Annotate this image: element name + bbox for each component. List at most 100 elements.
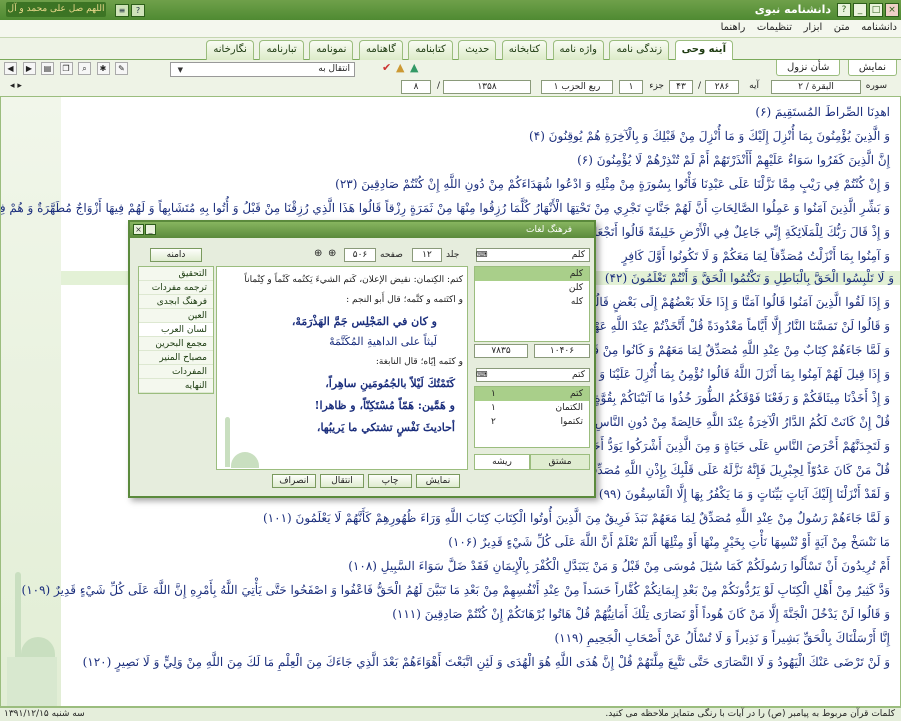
verse-line[interactable]: وَ لَنْ تَرْضَى عَنْكَ الْيَهُودُ وَ لَا…	[83, 655, 890, 669]
tab-gahname[interactable]: گاهنامه	[358, 40, 403, 60]
verse-line[interactable]: قُلْ إِنْ كَانَتْ لَكُمُ الدَّارُ الْآخِ…	[562, 415, 890, 429]
aya-field[interactable]: ۴۳	[669, 80, 693, 94]
up-icon[interactable]: ▲	[396, 61, 404, 74]
library-item[interactable]: فرهنگ ابجدی	[139, 295, 213, 309]
menu-item[interactable]: راهنما	[717, 20, 750, 35]
word-list-item[interactable]: کلم	[475, 267, 589, 281]
dialog-close-icon[interactable]: ×	[133, 224, 144, 235]
verse-line[interactable]: اهدِنَا الصِّراطَ المُستَقِيمَ (۶)	[755, 105, 890, 119]
tab-hadis[interactable]: حدیث	[458, 40, 497, 60]
verse-line[interactable]: أَمْ تُرِيدُونَ أَنْ تَسْأَلُوا رَسُولَك…	[348, 559, 890, 573]
word-list-item[interactable]: کله	[475, 295, 589, 309]
tab-namoname[interactable]: نمونامه	[309, 40, 354, 60]
library-item-active[interactable]: لسان العرب	[139, 323, 213, 337]
verse-line[interactable]: قُلْ مَنْ كَانَ عَدُوّاً لِجِبْرِيلَ فَإ…	[588, 463, 890, 477]
verse-line[interactable]: وَ الَّذِينَ يُؤْمِنُونَ بِمَا أُنْزِلَ …	[529, 129, 890, 143]
verse-line[interactable]: وَ إِنْ كُنْتُمْ فِي رَيْبٍ مِمَّا نَزَّ…	[335, 177, 890, 191]
domain-button[interactable]: دامنه	[150, 248, 202, 262]
dialog-minimize-icon[interactable]: _	[145, 224, 156, 235]
copy-icon[interactable]: ❐	[59, 62, 73, 75]
help-icon[interactable]: ?	[131, 4, 145, 17]
navigate-select[interactable]: ▼ انتقال به	[170, 62, 355, 77]
tab-ketabname[interactable]: کتابنامه	[408, 40, 453, 60]
verse-line[interactable]: وَ لَتَجِدَنَّهُمْ أَحْرَصَ النَّاسِ عَل…	[573, 439, 890, 453]
bookmark-icon[interactable]: ✎	[115, 62, 128, 75]
library-item[interactable]: العین	[139, 309, 213, 323]
minimize-button[interactable]: _	[853, 3, 867, 17]
print-icon[interactable]: ▤	[41, 62, 54, 75]
word-list-item[interactable]: کلن	[475, 281, 589, 295]
library-item[interactable]: المفردات	[139, 365, 213, 379]
verse-line[interactable]: وَدَّ كَثِيرٌ مِنْ أَهْلِ الْكِتَابِ لَو…	[22, 583, 891, 597]
search-icon[interactable]: ⌕	[78, 62, 91, 75]
verse-line[interactable]: وَ آمِنُوا بِمَا أَنْزَلْتُ مُصَدِّقاً ل…	[622, 249, 890, 263]
volume-field[interactable]: ۱۲	[412, 248, 442, 262]
result-item[interactable]: الکتمان ۱	[475, 401, 589, 415]
verse-line[interactable]: وَ إِذْ قَالَ رَبُّكَ لِلْمَلَائِكَةِ إِ…	[588, 225, 890, 239]
menu-item[interactable]: تنظیمات	[753, 20, 796, 35]
maximize-button[interactable]: □	[869, 3, 883, 17]
verse-line[interactable]: وَ قَالُوا لَنْ يَدْخُلَ الْجَنَّةَ إِلَ…	[392, 607, 890, 621]
back-icon[interactable]: ◀	[4, 62, 17, 75]
forward-icon[interactable]: ▶	[22, 62, 36, 75]
juz-field[interactable]: ۱	[619, 80, 643, 94]
poem-line: لَيثاً على الداهيةِ المُكَتَّمَهْ	[329, 335, 437, 348]
verse-line[interactable]: وَ بَشِّرِ الَّذِينَ آمَنُوا وَ عَمِلُوا…	[1, 201, 890, 215]
system-menu-icon[interactable]: ≡	[115, 4, 129, 17]
tab-zendegi-name[interactable]: زندگی نامه	[609, 40, 670, 60]
result-item[interactable]: کتم ۱	[475, 387, 589, 401]
aya-total-field[interactable]: ۲۸۶	[705, 80, 739, 94]
sura-field[interactable]: ۲ / البقرة	[771, 80, 861, 94]
show-button[interactable]: نمایش	[416, 474, 460, 488]
tab-ayene-vahy[interactable]: آینه وحی	[674, 40, 733, 60]
menu-item[interactable]: دانشنامه	[857, 20, 901, 35]
library-item[interactable]: مصباح المنیر	[139, 351, 213, 365]
transfer-button[interactable]: انتقال	[320, 474, 364, 488]
verse-line[interactable]: وَ لَمَّا جَاءَهُمْ رَسُولٌ مِنْ عِنْدِ …	[263, 511, 890, 525]
word-search-input[interactable]: کلم	[476, 248, 590, 262]
gloss-panel: کتم: الکِتمان: نقیض الإعلان، کَتم الشيءَ…	[216, 266, 468, 470]
verse-line[interactable]: وَ إِذْ أَخَذْنَا مِيثَاقَكُمْ وَ رَفَعْ…	[545, 391, 890, 405]
library-item[interactable]: ترجمه مفردات	[139, 281, 213, 295]
nav-right-icon[interactable]: ⊕	[328, 248, 336, 259]
close-button[interactable]: ×	[885, 3, 899, 17]
keyboard-icon[interactable]: ⌨	[476, 370, 488, 379]
nav-left-icon[interactable]: ⊕	[314, 248, 322, 259]
tab-display[interactable]: نمایش	[847, 60, 897, 76]
cancel-button[interactable]: انصراف	[272, 474, 316, 488]
menu-item[interactable]: ابزار	[800, 20, 827, 35]
tab-negarkhane[interactable]: نگارخانه	[206, 40, 254, 60]
result-item[interactable]: تکتموا ۲	[475, 415, 589, 429]
hizb-field[interactable]: ربع الحزب ۱	[541, 80, 613, 94]
tab-ketabkhane[interactable]: کتابخانه	[501, 40, 548, 60]
verse-line[interactable]: وَ قَالُوا لَنْ تَمَسَّنَا النَّارُ إِلَ…	[585, 319, 890, 333]
verse-line[interactable]: وَ لَقَدْ أَنْزَلْنَا إِلَيْكَ آيَاتٍ بَ…	[599, 487, 890, 501]
page-total-field[interactable]: ۱۳۵۸	[443, 80, 531, 94]
library-item[interactable]: النهایه	[139, 379, 213, 393]
verse-line[interactable]: إِنَّا أَرْسَلْنَاكَ بِالْحَقِّ بَشِيراً…	[554, 631, 890, 645]
notes-icon[interactable]: ▲	[410, 61, 418, 74]
root-search-input[interactable]: کتم	[476, 368, 590, 382]
library-item[interactable]: التحقیق	[139, 267, 213, 281]
help-button[interactable]: ?	[837, 3, 851, 17]
tools-icon[interactable]: ✱	[96, 62, 110, 75]
tab-shan-nuzul[interactable]: شأن نزول	[776, 60, 841, 76]
verse-line[interactable]: وَ إِذَا قِيلَ لَهُمْ آمِنُوا بِمَا أَنْ…	[558, 367, 890, 381]
nav-arrows-icon[interactable]: ◂ ▸	[10, 81, 22, 91]
tab-root[interactable]: ریشه	[474, 454, 530, 470]
menu-item[interactable]: متن	[830, 20, 854, 35]
print-button[interactable]: چاپ	[368, 474, 412, 488]
verse-line[interactable]: إِنَّ الَّذِينَ كَفَرُوا سَوَاءٌ عَلَيْه…	[577, 153, 890, 167]
decorative-sidebar	[1, 97, 61, 706]
warning-icon[interactable]: ✔	[382, 61, 391, 74]
page-field[interactable]: ۵۰۶	[344, 248, 376, 262]
verse-line[interactable]: مَا نَنْسَخْ مِنْ آيَةٍ أَوْ نُنْسِهَا ن…	[448, 535, 890, 549]
status-bar: کلمات قرآن مربوط به پیامبر (ص) را در آیا…	[0, 707, 901, 721]
tab-vazhe-name[interactable]: واژه نامه	[552, 40, 604, 60]
keyboard-icon[interactable]: ⌨	[476, 250, 488, 259]
tab-tabarname[interactable]: تبارنامه	[259, 40, 304, 60]
page-field[interactable]: ۸	[401, 80, 431, 94]
verse-line[interactable]: وَ إِذَا لَقُوا الَّذِينَ آمَنُوا قَالُو…	[586, 295, 890, 309]
library-item[interactable]: مجمع البحرین	[139, 337, 213, 351]
tab-derivative[interactable]: مشتق	[530, 454, 590, 470]
